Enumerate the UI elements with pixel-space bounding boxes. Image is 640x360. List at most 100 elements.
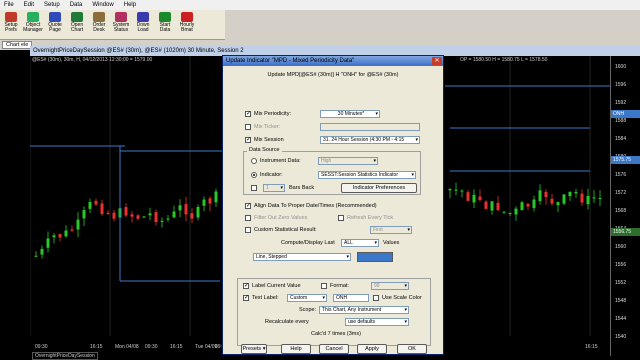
mix-ticker-field[interactable]	[320, 123, 420, 131]
text-label-label: Text Label:	[252, 295, 279, 301]
candle-body	[124, 207, 128, 216]
indicator-select[interactable]: SESST:Session Statistics Indicator	[318, 171, 416, 179]
close-icon[interactable]: ✕	[432, 57, 442, 65]
menu-item-file[interactable]: File	[4, 2, 14, 8]
filter-zero-checkbox[interactable]	[245, 215, 251, 221]
label-current-label: Label Current Value	[252, 283, 301, 289]
candle-body	[214, 191, 218, 203]
menu-bar: File Edit Setup Data Window Help	[0, 0, 640, 10]
values-label: Values	[383, 240, 400, 246]
candle-body	[502, 211, 506, 213]
recalc-select[interactable]: use defaults	[345, 318, 409, 326]
menu-item-setup[interactable]: Setup	[44, 2, 60, 8]
bars-back-label: Bars Back	[289, 185, 315, 191]
presets-button[interactable]: Presets ▾	[241, 344, 267, 354]
dialog-subtitle: Update MPD[@ES# (30m)] H "ONH" for @ES# …	[267, 72, 399, 78]
menu-item-help[interactable]: Help	[124, 2, 136, 8]
candle-body	[592, 197, 596, 199]
candle-body	[166, 218, 170, 220]
menu-item-data[interactable]: Data	[70, 2, 83, 8]
bars-back-checkbox[interactable]	[251, 185, 257, 191]
toolbar-label-line2: Status	[113, 27, 129, 33]
custom-stat-checkbox[interactable]	[245, 227, 251, 233]
candle-body	[58, 234, 62, 238]
toolbar-button-start-data[interactable]: Start Data	[154, 10, 176, 40]
refresh-tick-label: Refresh Every Tick	[347, 215, 394, 221]
time-tick-label: 09:30	[35, 344, 48, 350]
mix-ticker-label: Mix Ticker:	[254, 124, 281, 130]
quote-page-icon	[49, 12, 61, 22]
mix-session-checkbox[interactable]	[245, 136, 251, 144]
line-color-swatch[interactable]	[357, 252, 393, 262]
text-label-input[interactable]: ONH	[333, 294, 369, 302]
price-tick-label: 1540	[615, 334, 627, 340]
text-label-type-select[interactable]: Custom	[287, 294, 327, 302]
menu-item-window[interactable]: Window	[92, 2, 113, 8]
apply-button[interactable]: Apply	[357, 344, 387, 354]
mix-periodicity-checkbox[interactable]	[245, 110, 251, 118]
candle-body	[478, 196, 482, 200]
dialog-titlebar[interactable]: Update Indicator "MPD - Mixed Periodicit…	[223, 56, 443, 66]
toolbar-button-object-manager[interactable]: Object Manager	[22, 10, 44, 40]
tab-chart[interactable]: Chart ele	[2, 41, 33, 49]
mix-periodicity-button[interactable]: 30 Minutes*	[320, 110, 380, 118]
order-desk-icon	[93, 12, 105, 22]
bars-back-field[interactable]: 1	[263, 184, 285, 192]
ok-button[interactable]: OK	[397, 344, 427, 354]
toolbar-button-setup-prefs[interactable]: Setup Prefs	[0, 10, 22, 40]
cancel-button[interactable]: Cancel	[319, 344, 349, 354]
mix-ticker-row: Mix Ticker:	[245, 124, 280, 130]
toolbar-button-hourly-bmat[interactable]: Hourly Bmat	[176, 10, 198, 40]
align-data-label: Align Data To Proper Date/Times (Recomme…	[254, 203, 377, 209]
mix-session-select[interactable]: 31. 24 Hour Session (4:30 PM - 4:15	[320, 136, 420, 144]
label-current-checkbox[interactable]	[243, 282, 249, 290]
refresh-tick-checkbox[interactable]	[338, 215, 344, 221]
candle-body	[46, 238, 50, 248]
candle-body	[574, 192, 578, 194]
price-tick-label: 1576	[615, 172, 627, 178]
dialog-title: Update Indicator "MPD - Mixed Periodicit…	[226, 58, 355, 64]
indicator-preferences-button[interactable]: Indicator Preferences	[341, 183, 417, 193]
instrument-data-radio[interactable]	[251, 158, 257, 164]
scope-select[interactable]: This Chart, Any Instrument	[319, 306, 409, 314]
candle-body	[538, 190, 542, 202]
custom-stat-select[interactable]: First	[370, 226, 412, 234]
scope-label: Scope:	[299, 307, 317, 313]
candle-body	[496, 202, 500, 211]
format-select[interactable]: 99	[371, 282, 409, 290]
indicator-radio[interactable]	[251, 172, 257, 178]
calc-info: Calc'd 7 times (3ms)	[311, 331, 361, 337]
line-style-select[interactable]: Line, Stepped	[253, 253, 351, 261]
text-label-checkbox[interactable]	[243, 294, 249, 302]
time-tick-label: 16:15	[90, 344, 103, 350]
candle-body	[154, 212, 158, 223]
toolbar-button-open-chart[interactable]: Open Chart	[66, 10, 88, 40]
chart-header-left: @ES# (30m), 30m, H, 04/12/2013 12:30:00 …	[32, 57, 153, 63]
candle-body	[142, 216, 146, 218]
mix-ticker-checkbox[interactable]	[245, 124, 251, 130]
toolbar-button-quote-page[interactable]: Quote Page	[44, 10, 66, 40]
instrument-data-select[interactable]: High	[318, 157, 378, 165]
format-checkbox[interactable]	[321, 283, 327, 289]
help-button[interactable]: Help	[281, 344, 311, 354]
toolbar-button-down-load[interactable]: Down Load	[132, 10, 154, 40]
system-status-icon	[115, 12, 127, 22]
toolbar-button-system-status[interactable]: System Status	[110, 10, 132, 40]
align-data-row: Align Data To Proper Date/Times (Recomme…	[245, 202, 377, 210]
price-tick-label: 1560	[615, 244, 627, 250]
toolbar-button-order-desk[interactable]: Order Desk	[88, 10, 110, 40]
scale-color-checkbox[interactable]	[373, 295, 379, 301]
toolbar-label-line2: Desk	[93, 27, 105, 33]
candle-body	[208, 198, 212, 204]
compute-display-label: Compute/Display Last	[281, 240, 335, 246]
format-row: Format:	[321, 283, 349, 289]
menu-item-edit[interactable]: Edit	[24, 2, 34, 8]
compute-display-select[interactable]: ALL	[341, 239, 379, 247]
candle-body	[178, 205, 182, 211]
scale-color-row: Use Scale Color	[373, 295, 422, 301]
toolbar-label-line2: Chart	[70, 27, 84, 33]
toolbar-label-line2: Load	[137, 27, 149, 33]
candle-body	[106, 212, 110, 214]
align-data-checkbox[interactable]	[245, 202, 251, 210]
bottom-chart-tab[interactable]: OvernightPriceDaySession	[32, 352, 98, 360]
